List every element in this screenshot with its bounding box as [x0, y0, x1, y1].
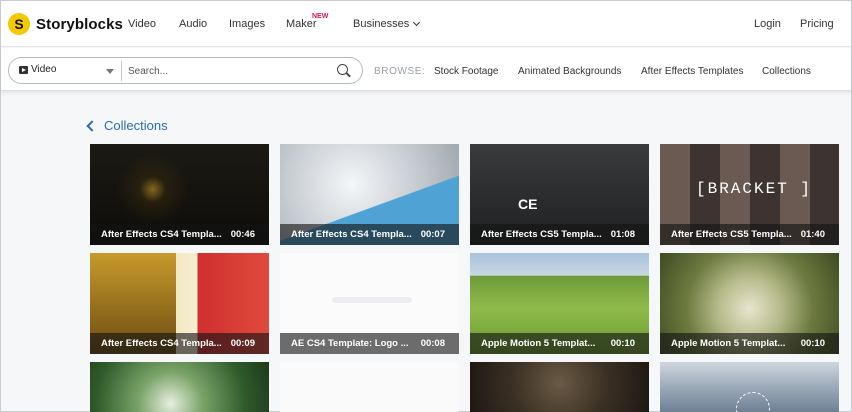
video-card[interactable]: [BRACKET ] After Effects CS5 Templa... 0… — [660, 144, 839, 245]
card-duration: 00:10 — [800, 338, 825, 349]
thumb-text: [BRACKET ] — [696, 180, 813, 198]
thumb-text: CE — [518, 196, 538, 212]
card-title: After Effects CS4 Templa... — [101, 338, 222, 349]
card-title: After Effects CS4 Templa... — [291, 229, 412, 240]
card-caption: AE CS4 Template: Logo ... 00:08 — [280, 333, 459, 354]
video-thumbnail — [90, 362, 269, 412]
card-duration: 00:10 — [610, 338, 635, 349]
nav-images[interactable]: Images — [229, 18, 265, 30]
card-duration: 00:08 — [420, 338, 445, 349]
card-title: After Effects CS4 Templa... — [101, 229, 222, 240]
card-title: AE CS4 Template: Logo ... — [291, 338, 409, 349]
card-title: Apple Motion 5 Templat... — [481, 338, 596, 349]
storyblocks-logo[interactable]: S Storyblocks — [8, 13, 123, 35]
video-thumbnail — [470, 362, 649, 412]
card-caption: After Effects CS4 Templa... 00:09 — [90, 333, 269, 354]
new-badge: NEW — [312, 13, 329, 20]
video-card[interactable]: AE CS4 Template: Logo ... 00:08 — [280, 253, 459, 354]
video-card[interactable]: CE After Effects CS5 Templa... 01:08 — [470, 144, 649, 245]
faint-logo-shape — [332, 297, 412, 303]
media-type-value: Video — [31, 64, 57, 75]
logo-text: Storyblocks — [36, 15, 123, 33]
card-title: After Effects CS5 Templa... — [671, 229, 792, 240]
video-card[interactable] — [280, 362, 459, 412]
video-card[interactable]: Apple Motion 5 Templat... 00:10 — [660, 253, 839, 354]
browse-label: BROWSE: — [374, 66, 426, 77]
card-caption: After Effects CS4 Templa... 00:07 — [280, 224, 459, 245]
back-to-collections[interactable]: Collections — [84, 118, 168, 133]
video-card[interactable]: After Effects CS4 Templa... 00:07 — [280, 144, 459, 245]
caret-down-icon[interactable] — [106, 69, 114, 74]
nav-businesses[interactable]: Businesses — [353, 18, 421, 30]
card-caption: After Effects CS5 Templa... 01:40 — [660, 224, 839, 245]
logo-mark-icon: S — [8, 13, 30, 35]
card-duration: 00:07 — [420, 229, 445, 240]
login-link[interactable]: Login — [754, 18, 781, 30]
top-navigation: S Storyblocks Video Audio Images Maker N… — [1, 1, 851, 47]
video-thumbnail — [280, 362, 459, 412]
card-duration: 01:40 — [800, 229, 825, 240]
card-title: Apple Motion 5 Templat... — [671, 338, 786, 349]
video-card[interactable]: After Effects CS4 Templa... 00:09 — [90, 253, 269, 354]
browse-stock-footage[interactable]: Stock Footage — [434, 66, 498, 77]
search-box: Video — [8, 57, 363, 84]
card-caption: Apple Motion 5 Templat... 00:10 — [660, 333, 839, 354]
chevron-down-icon — [413, 18, 421, 27]
video-card[interactable]: Apple Motion 5 Templat... 00:10 — [470, 253, 649, 354]
card-caption: After Effects CS5 Templa... 01:08 — [470, 224, 649, 245]
video-card[interactable]: After Effects CS4 Templa... 00:46 — [90, 144, 269, 245]
video-card[interactable] — [660, 362, 839, 412]
nav-maker[interactable]: Maker NEW — [286, 13, 328, 30]
browse-collections[interactable]: Collections — [762, 66, 811, 77]
nav-video[interactable]: Video — [128, 18, 156, 30]
search-input[interactable] — [128, 62, 328, 80]
back-label: Collections — [104, 118, 168, 133]
media-type-select[interactable]: Video — [19, 64, 56, 75]
card-duration: 00:46 — [230, 229, 255, 240]
card-caption: Apple Motion 5 Templat... 00:10 — [470, 333, 649, 354]
browse-after-effects-templates[interactable]: After Effects Templates — [641, 66, 743, 77]
chevron-left-icon — [86, 119, 98, 132]
card-caption: After Effects CS4 Templa... 00:46 — [90, 224, 269, 245]
video-icon — [19, 65, 28, 74]
card-duration: 00:09 — [230, 338, 255, 349]
card-title: After Effects CS5 Templa... — [481, 229, 602, 240]
search-icon[interactable] — [337, 64, 348, 75]
video-card[interactable] — [90, 362, 269, 412]
search-divider — [121, 61, 122, 81]
card-duration: 01:08 — [610, 229, 635, 240]
video-card[interactable] — [470, 362, 649, 412]
nav-businesses-label: Businesses — [353, 18, 410, 30]
browse-animated-backgrounds[interactable]: Animated Backgrounds — [518, 66, 621, 77]
nav-audio[interactable]: Audio — [179, 18, 207, 30]
pricing-link[interactable]: Pricing — [800, 18, 834, 30]
